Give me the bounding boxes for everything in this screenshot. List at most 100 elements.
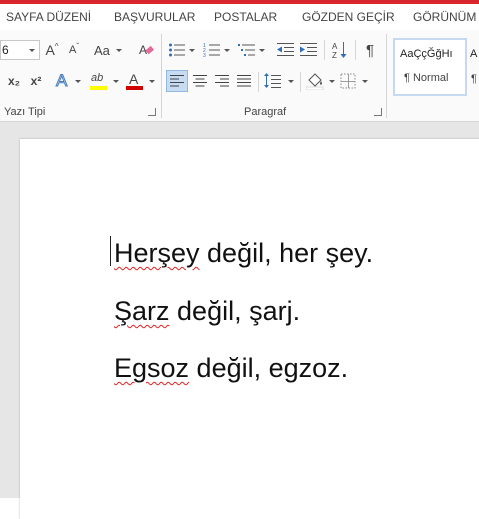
pilcrow-icon: ¶	[365, 41, 375, 59]
svg-text:Z: Z	[332, 51, 337, 59]
justify-button[interactable]	[234, 70, 254, 92]
font-dialog-launcher-icon[interactable]	[148, 108, 156, 116]
chevron-down-icon	[259, 49, 265, 52]
multilevel-list-button[interactable]	[238, 40, 266, 60]
font-color-button[interactable]: A	[126, 71, 156, 91]
align-center-icon	[193, 75, 207, 87]
chevron-down-icon	[329, 80, 335, 83]
line-spacing-icon	[264, 73, 281, 88]
chevron-down-icon	[113, 80, 119, 83]
text-effects-button[interactable]: A	[55, 71, 82, 91]
change-case-button[interactable]: Aa	[94, 40, 124, 60]
highlight-glyph: ab	[91, 72, 104, 84]
ribbon: 6 A ^ Aˇ Aa A x₂ x² A ab A Yazı Tipi 1 2…	[0, 30, 479, 122]
change-case-label: Aa	[94, 42, 110, 58]
align-center-button[interactable]	[190, 70, 210, 92]
tab-references[interactable]: BAŞVURULAR	[114, 10, 195, 24]
font-size-value: 6	[2, 43, 9, 57]
subscript-icon: x₂	[7, 74, 20, 88]
misspelled-word[interactable]: Herşey	[114, 238, 200, 268]
eraser-icon: A	[139, 43, 154, 57]
chevron-down-icon	[224, 49, 230, 52]
grow-font-icon: A	[45, 42, 55, 58]
chevron-down-icon	[75, 80, 81, 83]
show-formatting-button[interactable]: ¶	[362, 40, 378, 60]
font-color-swatch	[126, 86, 143, 90]
line-text: değil, egzoz.	[189, 353, 349, 383]
tab-mailings[interactable]: POSTALAR	[214, 10, 277, 24]
toolbar-divider	[258, 72, 259, 92]
paint-bucket-icon	[306, 73, 324, 90]
group-divider	[386, 34, 387, 118]
text-cursor	[110, 236, 111, 266]
clear-formatting-button[interactable]: A	[137, 40, 155, 60]
line-spacing-button[interactable]	[264, 70, 296, 92]
align-right-button[interactable]	[212, 70, 232, 92]
document-page[interactable]: Herşey değil, her şey. Şarz değil, şarj.…	[20, 139, 479, 519]
chevron-down-icon	[116, 49, 122, 52]
misspelled-word[interactable]: Şarz	[114, 296, 170, 326]
caret-down-icon: ˇ	[76, 41, 79, 51]
font-color-icon: A	[126, 71, 144, 91]
multilevel-list-icon	[238, 44, 255, 56]
decrease-indent-button[interactable]	[277, 40, 295, 60]
style-next-preview: A	[470, 48, 478, 60]
highlight-color-swatch	[90, 86, 107, 90]
document-line-3: Egsoz değil, egzoz.	[114, 353, 348, 384]
document-area: Herşey değil, her şey. Şarz değil, şarj.…	[0, 122, 479, 519]
sort-button[interactable]: A Z	[331, 40, 349, 60]
grow-font-button[interactable]: A ^	[44, 40, 60, 60]
decrease-indent-icon	[277, 43, 294, 56]
chevron-down-icon	[29, 49, 35, 52]
chevron-down-icon	[149, 80, 155, 83]
group-divider	[161, 34, 162, 118]
font-color-glyph: A	[129, 71, 139, 87]
toolbar-divider	[300, 72, 301, 92]
svg-text:A: A	[139, 43, 147, 57]
svg-text:3: 3	[203, 53, 206, 58]
line-text: değil, her şey.	[199, 238, 374, 268]
document-line-1: Herşey değil, her şey.	[114, 238, 373, 269]
superscript-button[interactable]: x²	[28, 71, 44, 91]
highlight-button[interactable]: ab	[90, 71, 120, 91]
borders-icon	[340, 73, 356, 89]
caret-up-icon: ^	[54, 41, 59, 51]
toolbar-divider	[324, 40, 325, 60]
shading-button[interactable]	[306, 70, 336, 92]
font-group-label: Yazı Tipi	[4, 106, 46, 118]
bullets-icon	[169, 43, 185, 57]
subscript-button[interactable]: x₂	[6, 71, 22, 91]
align-left-icon	[170, 75, 184, 87]
align-left-button[interactable]	[166, 70, 188, 92]
shrink-font-button[interactable]: Aˇ	[66, 40, 82, 60]
style-normal[interactable]: AaÇçĞğHı ¶ Normal	[393, 38, 467, 96]
superscript-icon: x²	[30, 74, 42, 88]
svg-text:A: A	[332, 42, 338, 51]
justify-icon	[237, 75, 251, 87]
highlighter-icon: ab	[90, 71, 108, 91]
increase-indent-button[interactable]	[300, 40, 318, 60]
toolbar-divider	[355, 40, 356, 60]
numbering-icon: 1 2 3	[203, 43, 220, 58]
misspelled-word[interactable]: Egsoz	[114, 353, 189, 383]
chevron-down-icon	[362, 80, 368, 83]
line-text: değil, şarj.	[169, 296, 301, 326]
shrink-font-icon: A	[68, 44, 77, 56]
chevron-down-icon	[189, 49, 195, 52]
numbering-button[interactable]: 1 2 3	[203, 40, 231, 60]
style-normal-label: ¶ Normal	[404, 72, 449, 84]
tab-page-layout[interactable]: SAYFA DÜZENİ	[6, 10, 91, 24]
paragraph-group-label: Paragraf	[244, 106, 287, 118]
sort-icon: A Z	[332, 42, 347, 59]
paragraph-dialog-launcher-icon[interactable]	[374, 108, 382, 116]
bullets-button[interactable]	[168, 40, 196, 60]
borders-button[interactable]	[340, 70, 370, 92]
tab-view[interactable]: GÖRÜNÜM	[413, 10, 476, 24]
font-size-input[interactable]: 6	[0, 40, 40, 60]
style-normal-preview: AaÇçĞğHı	[400, 48, 453, 60]
style-next[interactable]: A ¶	[468, 40, 479, 94]
document-line-2: Şarz değil, şarj.	[114, 296, 300, 327]
align-right-icon	[215, 75, 229, 87]
tab-review[interactable]: GÖZDEN GEÇİR	[302, 10, 395, 24]
style-next-label: ¶	[471, 73, 477, 85]
